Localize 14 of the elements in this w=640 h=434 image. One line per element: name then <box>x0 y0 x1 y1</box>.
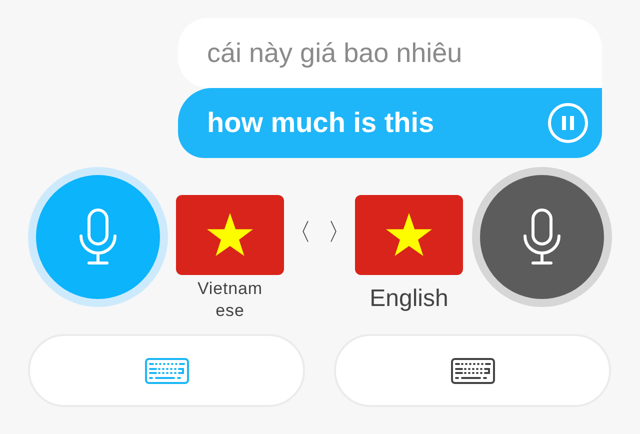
pause-button[interactable] <box>548 103 588 143</box>
microphone-icon <box>522 208 562 266</box>
next-button[interactable]: 〉 <box>328 221 352 245</box>
flag-icon <box>355 195 463 275</box>
previous-button[interactable]: 〈 <box>288 221 312 245</box>
flag-icon <box>176 195 284 275</box>
translation-text: how much is this <box>207 106 434 140</box>
source-text: cái này giá bao nhiêu <box>207 36 462 70</box>
language-label: English <box>370 284 448 314</box>
keyboard-icon <box>450 358 494 384</box>
language-label: Vietnam ese <box>196 278 264 322</box>
microphone-icon <box>78 208 118 266</box>
keyboard-icon <box>144 358 188 384</box>
pause-icon <box>562 116 574 130</box>
